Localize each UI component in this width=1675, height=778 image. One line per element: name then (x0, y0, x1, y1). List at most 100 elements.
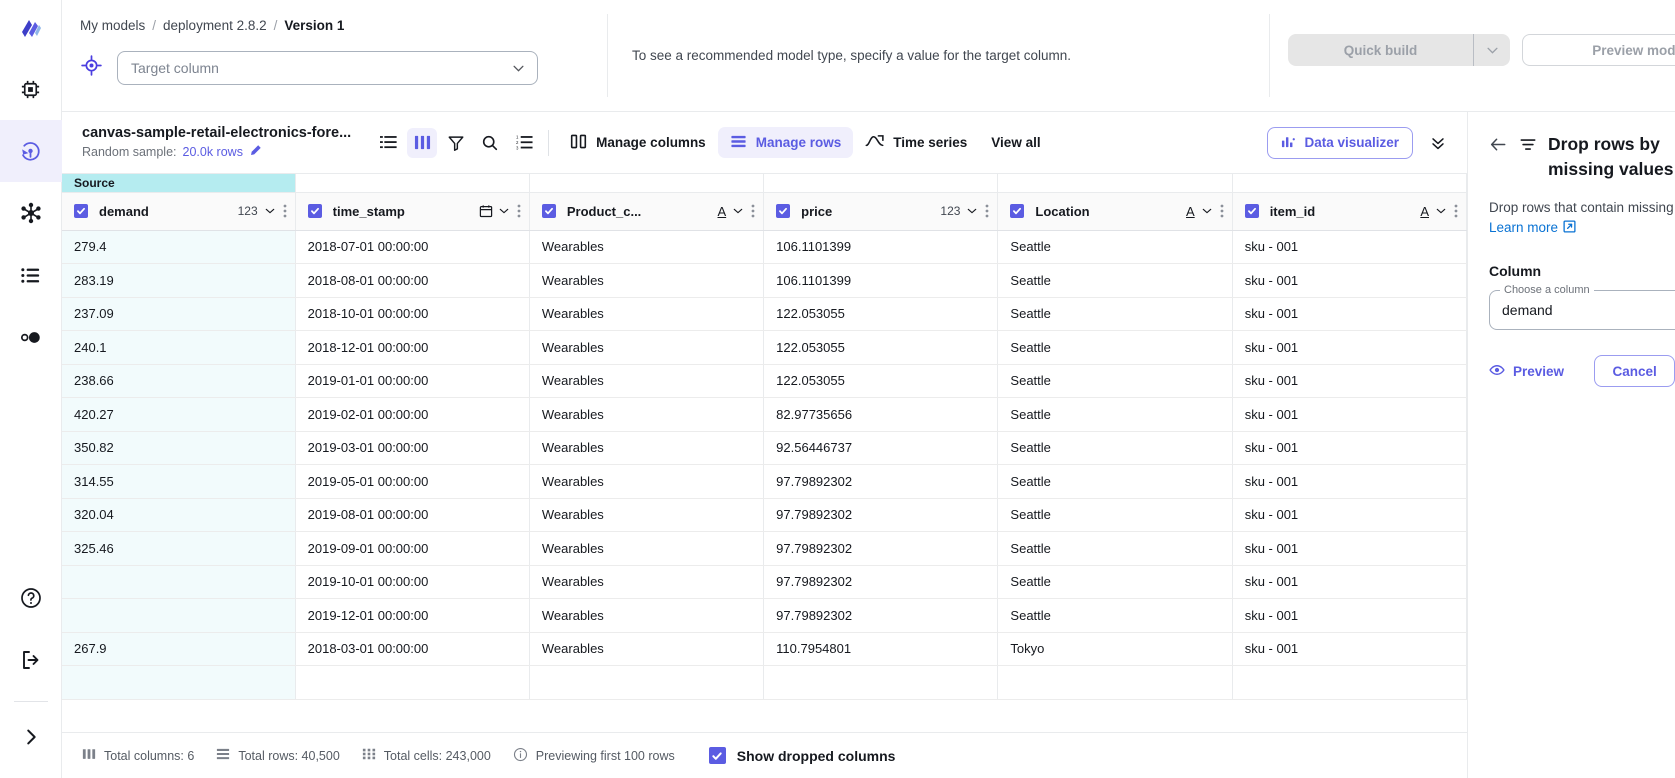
svg-text:3: 3 (516, 145, 519, 150)
data-visualizer-button[interactable]: Data visualizer (1267, 127, 1413, 159)
column-menu-icon[interactable] (283, 203, 287, 219)
table-row[interactable]: 320.042019-08-01 00:00:00Wearables97.798… (62, 498, 1467, 532)
target-column-select[interactable]: Target column (117, 51, 538, 85)
learn-more-label: Learn more (1489, 220, 1558, 235)
sample-rows-link[interactable]: 20.0k rows (183, 145, 243, 159)
total-rows-label: Total rows: 40,500 (238, 749, 339, 763)
hub-network-icon[interactable] (0, 182, 62, 244)
manage-columns-button[interactable]: Manage columns (558, 127, 718, 158)
view-all-button[interactable]: View all (979, 127, 1052, 158)
column-checkbox[interactable] (1245, 204, 1259, 218)
pencil-icon[interactable] (249, 144, 262, 160)
svg-text:2: 2 (516, 140, 519, 145)
column-view-icon[interactable] (407, 128, 437, 158)
breadcrumb-my-models[interactable]: My models (80, 18, 145, 33)
column-sort-caret-icon[interactable] (499, 208, 509, 214)
column-checkbox[interactable] (1010, 204, 1024, 218)
column-menu-icon[interactable] (985, 203, 989, 219)
sagemaker-logo-icon[interactable] (0, 0, 62, 58)
cancel-button[interactable]: Cancel (1594, 355, 1674, 387)
manage-rows-button[interactable]: Manage rows (718, 127, 854, 158)
column-menu-icon[interactable] (751, 203, 755, 219)
view-mode-icons: 123 (373, 128, 539, 158)
breadcrumb-deployment[interactable]: deployment 2.8.2 (163, 18, 267, 33)
search-icon[interactable] (475, 128, 505, 158)
table-row[interactable]: 237.092018-10-01 00:00:00Wearables122.05… (62, 297, 1467, 331)
column-checkbox[interactable] (542, 204, 556, 218)
view-all-label: View all (991, 135, 1040, 150)
drop-rows-panel: Drop rows by missing values Drop rows th… (1467, 112, 1675, 778)
table-row[interactable]: 314.552019-05-01 00:00:00Wearables97.798… (62, 465, 1467, 499)
cells-grid-icon (362, 747, 376, 764)
table-cell: sku - 001 (1232, 230, 1466, 264)
table-row[interactable]: 240.12018-12-01 00:00:00Wearables122.053… (62, 331, 1467, 365)
column-header[interactable]: price123 (764, 192, 998, 230)
column-header[interactable]: item_idA (1232, 192, 1466, 230)
column-header[interactable]: time_stamp (295, 192, 529, 230)
table-cell: sku - 001 (1232, 297, 1466, 331)
show-dropped-checkbox[interactable] (709, 747, 726, 764)
learn-more-link[interactable]: Learn more (1489, 220, 1576, 236)
column-checkbox[interactable] (74, 204, 88, 218)
list-icon[interactable] (0, 244, 62, 306)
model-target-icon[interactable] (0, 120, 62, 182)
table-row[interactable]: 2019-12-01 00:00:00Wearables97.79892302S… (62, 599, 1467, 633)
quick-build-caret-icon[interactable] (1474, 34, 1510, 66)
column-menu-icon[interactable] (1220, 203, 1224, 219)
breadcrumb-separator-1: / (152, 18, 156, 33)
table-cell: sku - 001 (1232, 398, 1466, 432)
filter-icon[interactable] (441, 128, 471, 158)
table-row[interactable]: 325.462019-09-01 00:00:00Wearables97.798… (62, 532, 1467, 566)
circle-dot-icon[interactable] (0, 306, 62, 368)
table-row[interactable]: 350.822019-03-01 00:00:00Wearables92.564… (62, 431, 1467, 465)
source-band-empty (529, 174, 763, 192)
column-menu-icon[interactable] (1454, 203, 1458, 219)
table-cell: 97.79892302 (764, 465, 998, 499)
table-row[interactable]: 283.192018-08-01 00:00:00Wearables106.11… (62, 264, 1467, 298)
column-checkbox[interactable] (308, 204, 322, 218)
chevron-right-icon[interactable] (0, 706, 62, 768)
table-cell: 325.46 (62, 532, 295, 566)
table-cell: Seattle (998, 331, 1232, 365)
column-sort-caret-icon[interactable] (1202, 208, 1212, 214)
arrow-left-icon[interactable] (1489, 132, 1508, 159)
table-cell: 2018-07-01 00:00:00 (295, 230, 529, 264)
list-view-icon[interactable] (373, 128, 403, 158)
show-dropped-columns-toggle[interactable]: Show dropped columns (709, 747, 896, 764)
table-cell: sku - 001 (1232, 599, 1466, 633)
ordered-list-icon[interactable]: 123 (509, 128, 539, 158)
double-chevron-down-icon[interactable] (1423, 128, 1453, 158)
time-series-button[interactable]: Time series (853, 127, 979, 158)
show-dropped-label: Show dropped columns (737, 748, 896, 764)
column-header[interactable]: LocationA (998, 192, 1232, 230)
quick-build-button[interactable]: Quick build (1288, 34, 1510, 66)
column-sort-caret-icon[interactable] (967, 208, 977, 214)
table-row[interactable]: 267.92018-03-01 00:00:00Wearables110.795… (62, 632, 1467, 666)
sign-out-icon[interactable] (0, 629, 62, 691)
left-nav-rail (0, 0, 62, 778)
choose-column-select[interactable]: Choose a column demand (1489, 290, 1675, 330)
column-header[interactable]: demand123 (62, 192, 295, 230)
preview-button[interactable]: Preview (1489, 362, 1564, 381)
table-row[interactable] (62, 666, 1467, 700)
table-cell: 2019-01-01 00:00:00 (295, 364, 529, 398)
manage-rows-label: Manage rows (756, 135, 842, 150)
column-sort-caret-icon[interactable] (1436, 208, 1446, 214)
table-cell (295, 666, 529, 700)
table-row[interactable]: 2019-10-01 00:00:00Wearables97.79892302S… (62, 565, 1467, 599)
column-sort-caret-icon[interactable] (265, 208, 275, 214)
column-checkbox[interactable] (776, 204, 790, 218)
source-band-empty (295, 174, 529, 192)
table-cell (1232, 666, 1466, 700)
table-row[interactable]: 420.272019-02-01 00:00:00Wearables82.977… (62, 398, 1467, 432)
table-row[interactable]: 279.42018-07-01 00:00:00Wearables106.110… (62, 230, 1467, 264)
data-grid-scroll[interactable]: Sourcedemand123time_stampProduct_c...Apr… (62, 174, 1467, 732)
column-menu-icon[interactable] (517, 203, 521, 219)
table-row[interactable]: 238.662019-01-01 00:00:00Wearables122.05… (62, 364, 1467, 398)
preview-model-button[interactable]: Preview model (1522, 34, 1675, 66)
help-circle-icon[interactable] (0, 567, 62, 629)
column-header[interactable]: Product_c...A (529, 192, 763, 230)
column-sort-caret-icon[interactable] (733, 208, 743, 214)
chip-icon[interactable] (0, 58, 62, 120)
table-cell: Seattle (998, 431, 1232, 465)
